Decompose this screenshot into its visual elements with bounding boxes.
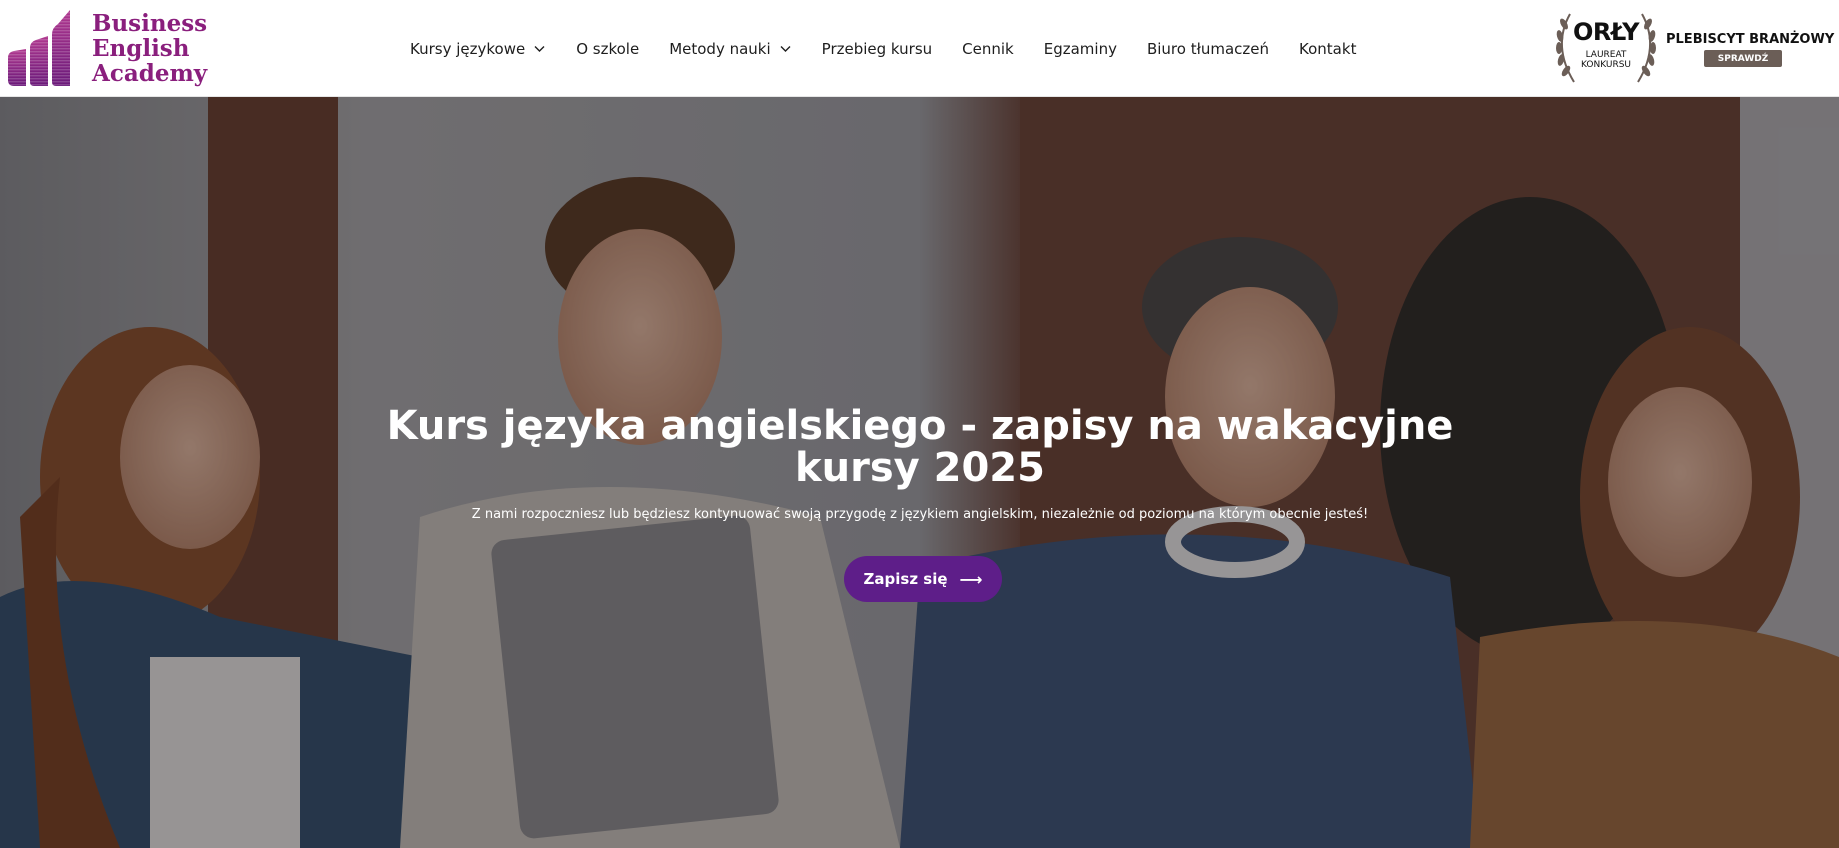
nav-item-cennik[interactable]: Cennik <box>962 40 1014 58</box>
nav-label: Metody nauki <box>669 39 771 58</box>
nav-label: Przebieg kursu <box>821 39 933 58</box>
nav-label: Egzaminy <box>1043 39 1117 58</box>
chevron-down-icon <box>780 46 791 52</box>
award-title: ORŁY <box>1573 18 1639 46</box>
logo-line-2: English <box>92 35 190 62</box>
plebiscyt-label: PLEBISCYT BRANŻOWY <box>1666 32 1835 47</box>
award-sub-line-1: LAUREAT <box>1585 50 1627 60</box>
award-badge[interactable]: ORŁY LAUREAT KONKURSU PLEBISCYT BRANŻOWY… <box>1550 8 1834 88</box>
award-sub-line-2: KONKURSU <box>1580 60 1632 70</box>
hero-section: Kurs języka angielskiego - zapisy na wak… <box>0 97 1839 848</box>
hero-subtitle: Z nami rozpoczniesz lub będziesz kontynu… <box>471 507 1369 522</box>
nav-item-biuro-tlumaczen[interactable]: Biuro tłumaczeń <box>1147 40 1269 58</box>
nav-label: Kursy językowe <box>410 39 526 58</box>
logo-line-1: Business <box>92 10 208 37</box>
signup-button[interactable]: Zapisz się ⟶ <box>844 556 1002 602</box>
nav-label: Biuro tłumaczeń <box>1146 39 1270 58</box>
hero-content: Kurs języka angielskiego - zapisy na wak… <box>0 97 1839 848</box>
bar-chart-logo-icon <box>8 10 70 86</box>
nav-label: Cennik <box>962 39 1014 58</box>
nav-label: O szkole <box>576 39 640 58</box>
chevron-down-icon <box>534 46 545 52</box>
hero-title: Kurs języka angielskiego - zapisy na wak… <box>386 403 1454 491</box>
signup-button-label: Zapisz się <box>863 570 948 588</box>
nav-label: Kontakt <box>1299 39 1357 58</box>
nav-item-kontakt[interactable]: Kontakt <box>1299 40 1356 58</box>
logo-text: Business English Academy <box>92 11 207 86</box>
nav-item-o-szkole[interactable]: O szkole <box>576 40 639 58</box>
site-header: Business English Academy Kursy językowe … <box>0 0 1839 97</box>
nav-item-kursy-jezykowe[interactable]: Kursy językowe <box>410 40 546 58</box>
logo-link[interactable]: Business English Academy <box>6 6 207 88</box>
sprawdz-button[interactable]: SPRAWDŹ <box>1704 50 1782 67</box>
nav-item-przebieg-kursu[interactable]: Przebieg kursu <box>822 40 932 58</box>
main-nav: Kursy językowe O szkole Metody nauki Prz… <box>410 0 1356 97</box>
nav-item-egzaminy[interactable]: Egzaminy <box>1044 40 1117 58</box>
arrow-right-icon: ⟶ <box>959 569 983 589</box>
logo-line-3: Academy <box>92 60 208 87</box>
award-subtitle: LAUREAT KONKURSU <box>1570 50 1642 70</box>
nav-item-metody-nauki[interactable]: Metody nauki <box>669 40 791 58</box>
